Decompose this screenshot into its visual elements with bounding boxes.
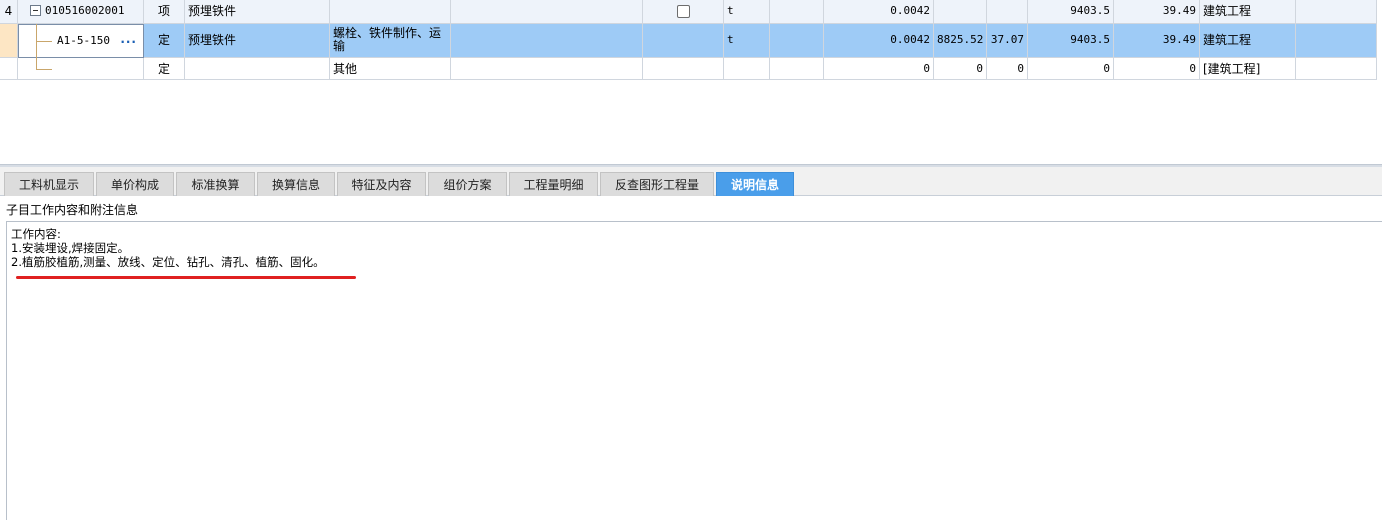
amount-cell[interactable]: 39.49 <box>1114 0 1200 24</box>
expr-cell[interactable] <box>770 24 824 58</box>
name-cell[interactable]: 预埋铁件 <box>185 24 330 58</box>
detail-line: 2.植筋胶植筋,测量、放线、定位、钻孔、清孔、植筋、固化。 <box>11 255 325 269</box>
content-cell[interactable] <box>451 58 643 80</box>
price-cell[interactable]: 0 <box>934 58 987 80</box>
price-cell[interactable]: 8825.52 <box>934 24 987 58</box>
sub-cell[interactable]: 37.07 <box>987 24 1028 58</box>
expr-cell[interactable] <box>770 0 824 24</box>
collapse-icon[interactable] <box>30 4 41 16</box>
name-cell[interactable]: 预埋铁件 <box>185 0 330 24</box>
profession-cell[interactable]: 建筑工程 <box>1200 0 1296 24</box>
ellipsis-icon[interactable]: ··· <box>120 25 137 57</box>
checkbox-cell[interactable] <box>643 24 724 58</box>
sub-cell[interactable] <box>987 0 1028 24</box>
quantity-cell[interactable]: 0.0042 <box>824 0 934 24</box>
content-cell[interactable] <box>451 0 643 24</box>
row-seq: 4 <box>0 0 18 24</box>
tab-standard-conversion[interactable]: 标准换算 <box>176 172 255 196</box>
sub-cell[interactable]: 0 <box>987 58 1028 80</box>
tab-quantity-detail[interactable]: 工程量明细 <box>509 172 598 196</box>
quantity-cell[interactable]: 0.0042 <box>824 24 934 58</box>
amount-cell[interactable]: 39.49 <box>1114 24 1200 58</box>
total-cell[interactable]: 9403.5 <box>1028 0 1114 24</box>
content-cell[interactable] <box>451 24 643 58</box>
tab-bar: 工料机显示 单价构成 标准换算 换算信息 特征及内容 组价方案 工程量明细 反查… <box>0 167 1382 196</box>
profession-cell[interactable]: 建筑工程 <box>1200 24 1296 58</box>
grid-empty-area <box>0 80 1382 164</box>
type-cell[interactable]: 定 <box>144 24 185 58</box>
extra-cell[interactable] <box>1296 24 1377 58</box>
feature-line-2: 输 <box>333 39 346 53</box>
tab-pricing-plan[interactable]: 组价方案 <box>428 172 507 196</box>
quantity-cell[interactable]: 0 <box>824 58 934 80</box>
amount-cell[interactable]: 0 <box>1114 58 1200 80</box>
tab-unit-price[interactable]: 单价构成 <box>96 172 174 196</box>
description-textarea[interactable]: 工作内容: 1.安装埋设,焊接固定。 2.植筋胶植筋,测量、放线、定位、钻孔、清… <box>6 221 1382 520</box>
type-cell[interactable]: 项 <box>144 0 185 24</box>
type-cell[interactable]: 定 <box>144 58 185 80</box>
tree-connector <box>36 69 52 70</box>
code-cell[interactable]: 010516002001 <box>18 0 144 24</box>
tab-features[interactable]: 特征及内容 <box>337 172 426 196</box>
feature-cell[interactable]: 螺栓、铁件制作、运 输 <box>330 24 451 58</box>
row-seq <box>0 24 18 58</box>
annotation-underline <box>16 276 356 279</box>
section-title: 子目工作内容和附注信息 <box>6 203 139 217</box>
unit-cell[interactable] <box>724 58 770 80</box>
expr-cell[interactable] <box>770 58 824 80</box>
extra-cell[interactable] <box>1296 58 1377 80</box>
profession-cell[interactable]: [建筑工程] <box>1200 58 1296 80</box>
checkbox-cell[interactable] <box>643 0 724 24</box>
name-cell[interactable] <box>185 58 330 80</box>
app-window: 4 010516002001 项 预埋铁件 t 0.0042 9403.5 39… <box>0 0 1382 520</box>
row-checkbox[interactable] <box>676 5 690 18</box>
unit-cell[interactable]: t <box>724 0 770 24</box>
tab-labor-material[interactable]: 工料机显示 <box>4 172 94 196</box>
tab-reverse-lookup[interactable]: 反查图形工程量 <box>600 172 714 196</box>
tree-connector <box>36 41 52 42</box>
price-cell[interactable] <box>934 0 987 24</box>
feature-line-1: 螺栓、铁件制作、运 <box>333 26 442 40</box>
total-cell[interactable]: 0 <box>1028 58 1114 80</box>
checkbox-cell[interactable] <box>643 58 724 80</box>
code-text[interactable]: A1-5-150 <box>57 25 110 57</box>
feature-cell[interactable]: 其他 <box>330 58 451 80</box>
row-seq <box>0 58 18 80</box>
tab-conversion-info[interactable]: 换算信息 <box>257 172 335 196</box>
tree-connector <box>36 24 37 69</box>
tab-description[interactable]: 说明信息 <box>716 172 794 196</box>
extra-cell[interactable] <box>1296 0 1377 24</box>
feature-cell[interactable] <box>330 0 451 24</box>
code-text: 010516002001 <box>45 4 125 17</box>
unit-cell[interactable]: t <box>724 24 770 58</box>
total-cell[interactable]: 9403.5 <box>1028 24 1114 58</box>
